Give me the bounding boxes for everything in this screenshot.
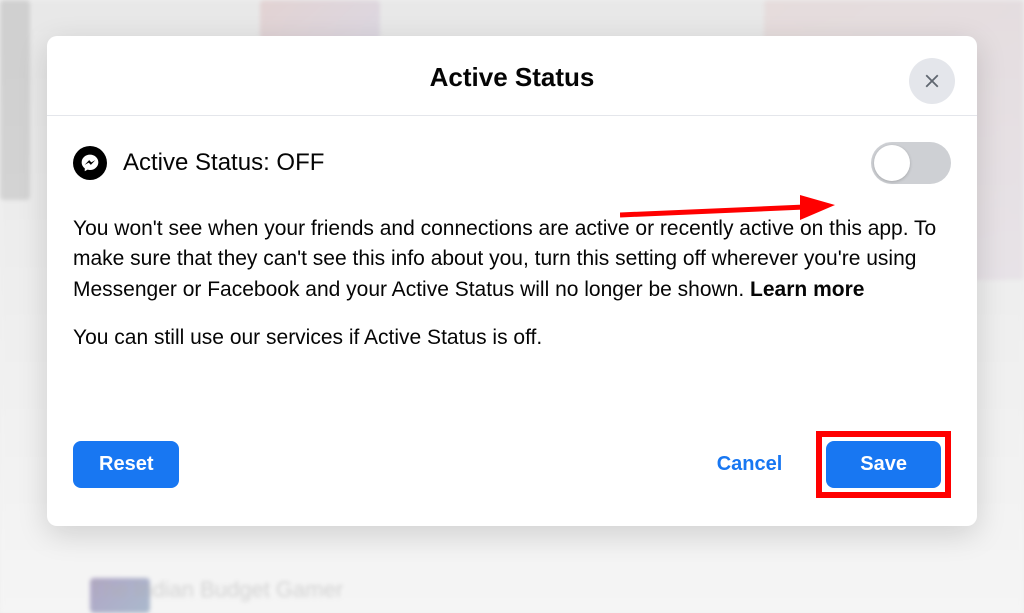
modal-title: Active Status: [67, 62, 957, 93]
learn-more-link[interactable]: Learn more: [750, 278, 864, 301]
reset-button[interactable]: Reset: [73, 441, 179, 488]
modal-header: Active Status: [47, 36, 977, 116]
save-button[interactable]: Save: [826, 441, 941, 488]
modal-overlay: Active Status Active Status: OFF You won…: [0, 0, 1024, 613]
status-row: Active Status: OFF: [73, 142, 951, 184]
toggle-knob: [874, 145, 910, 181]
active-status-toggle[interactable]: [871, 142, 951, 184]
messenger-icon: [73, 146, 107, 180]
status-sub-description: You can still use our services if Active…: [73, 323, 951, 352]
status-label: Active Status: OFF: [123, 149, 324, 177]
modal-footer: Reset Cancel Save: [47, 431, 977, 526]
footer-right: Cancel Save: [699, 431, 951, 498]
cancel-button[interactable]: Cancel: [699, 441, 801, 488]
modal-body: Active Status: OFF You won't see when yo…: [47, 116, 977, 431]
close-icon: [921, 70, 943, 92]
active-status-modal: Active Status Active Status: OFF You won…: [47, 36, 977, 526]
status-left: Active Status: OFF: [73, 146, 324, 180]
save-highlight-annotation: Save: [816, 431, 951, 498]
close-button[interactable]: [909, 58, 955, 104]
status-description: You won't see when your friends and conn…: [73, 214, 951, 305]
